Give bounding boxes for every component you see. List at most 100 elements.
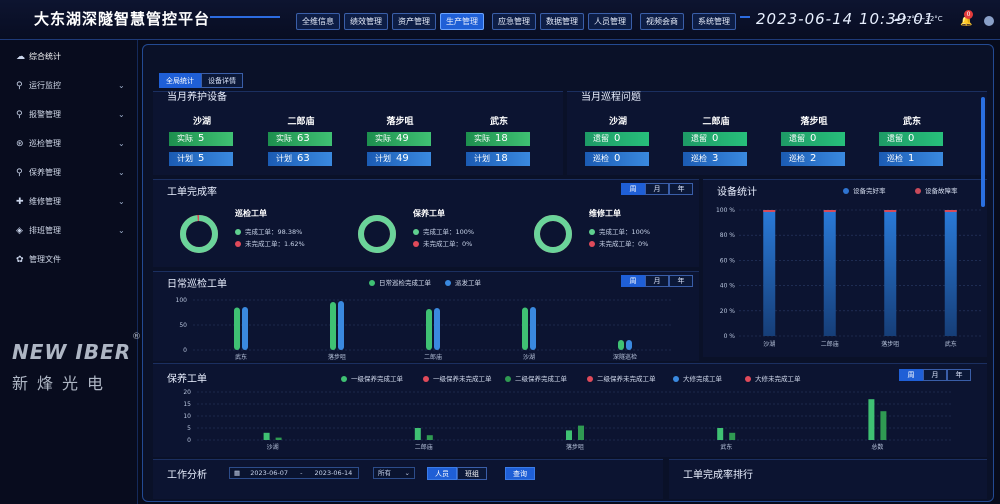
legend-dot — [235, 241, 241, 247]
pill-value: 2 — [810, 153, 817, 164]
bar[interactable] — [578, 425, 584, 440]
period-tab-month[interactable]: 月 — [923, 369, 947, 381]
period-tab-week[interactable]: 周 — [621, 275, 645, 287]
bar[interactable] — [868, 399, 875, 440]
nav-item[interactable]: 人员管理 — [588, 13, 632, 30]
panel-title: 日常巡检工单 — [167, 279, 227, 290]
legend-dot — [673, 376, 679, 382]
sidebar-item[interactable]: ⚲ 运行监控 ⌄ — [0, 76, 138, 96]
chevron-down-icon: ⌄ — [118, 139, 125, 148]
completion-ring — [534, 215, 572, 253]
bar[interactable] — [823, 210, 836, 336]
actual-pill: 实际 5 — [169, 132, 233, 146]
nav-item[interactable]: 绩效管理 — [344, 13, 388, 30]
equipment-chart: 0 % 20 % 40 % 60 % 80 % 100 % 沙湖 二郎庙 落步咀 武东 — [716, 207, 981, 348]
equipment-panel: 设备统计 设备完好率 设备故障率 0 % 20 % 40 % 60 % 80 % 100 … — [703, 179, 987, 357]
bar[interactable] — [414, 428, 421, 440]
pill-value: 0 — [614, 133, 621, 144]
logo-registered-mark: ® — [132, 332, 141, 342]
x-tick-label: 沙湖 — [763, 340, 775, 348]
weather: ☁ 22°C~32°C — [893, 15, 943, 23]
period-tab-month[interactable]: 月 — [645, 275, 669, 287]
bar[interactable] — [884, 210, 897, 336]
sidebar-item[interactable]: ✚ 维修管理 ⌄ — [0, 192, 138, 212]
sidebar-item[interactable]: ⚲ 保养管理 ⌄ — [0, 163, 138, 183]
period-tab-year[interactable]: 年 — [947, 369, 971, 381]
sidebar-item[interactable]: ⚲ 报警管理 ⌄ — [0, 105, 138, 125]
nav-item[interactable]: 数据管理 — [540, 13, 584, 30]
sidebar-item-label: 保养管理 — [29, 168, 61, 177]
y-tick-label: 50 — [179, 322, 187, 329]
legend-item: 一级保养未完成工单 — [423, 373, 492, 383]
sidebar-item[interactable]: ◈ 排班管理 ⌄ — [0, 221, 138, 241]
period-tab-year[interactable]: 年 — [669, 183, 693, 195]
nav-item[interactable]: 系统管理 — [692, 13, 736, 30]
toggle-team[interactable]: 班组 — [457, 467, 487, 480]
left-pill: 遗留 0 — [781, 132, 845, 146]
bar[interactable] — [566, 430, 572, 440]
nav-item[interactable]: 全维信息 — [296, 13, 340, 30]
bar[interactable] — [426, 309, 432, 350]
sidebar-item-label: 管理文件 — [29, 255, 61, 264]
legend-label: 二级保养完成工单 — [515, 375, 567, 383]
bar[interactable] — [763, 210, 776, 336]
tab-device-detail[interactable]: 设备详情 — [201, 73, 243, 88]
pill-label: 实际 — [375, 134, 391, 143]
weather-text: 22°C~32°C — [902, 15, 943, 23]
pill-value: 0 — [614, 153, 621, 164]
y-tick-label: 5 — [187, 425, 191, 432]
nav-item[interactable]: 生产管理 — [440, 13, 484, 30]
ring-done-row: 完成工单：100% — [413, 226, 474, 236]
bar[interactable] — [275, 437, 282, 440]
bar[interactable] — [434, 308, 440, 350]
fault-cap — [944, 210, 957, 212]
ring-done-label: 完成工单： — [423, 228, 456, 236]
bar[interactable] — [944, 210, 957, 336]
user-icon[interactable] — [984, 16, 994, 26]
y-tick-label: 15 — [183, 401, 191, 408]
actual-pill: 实际 49 — [367, 132, 431, 146]
pill-label: 巡检 — [593, 154, 609, 163]
legend-daily-done: 日常巡检完成工单 — [369, 277, 431, 287]
bar[interactable] — [530, 307, 536, 350]
bar[interactable] — [242, 307, 248, 350]
period-tab-year[interactable]: 年 — [669, 275, 693, 287]
ring-done-value: 100% — [631, 228, 651, 236]
y-tick-label: 80 % — [720, 232, 736, 239]
ring-title: 巡检工单 — [235, 209, 267, 218]
period-tab-week[interactable]: 周 — [621, 183, 645, 195]
sidebar: ☁ 综合统计 ⚲ 运行监控 ⌄ ⚲ 报警管理 ⌄ ⊛ 巡检管理 ⌄ ⚲ 保养管理 ⌄ ✚ 维修管理 ⌄ ◈ 排班管理… — [0, 40, 141, 504]
nav-item[interactable]: 资产管理 — [392, 13, 436, 30]
period-tab-month[interactable]: 月 — [645, 183, 669, 195]
bar[interactable] — [618, 340, 624, 350]
sidebar-item[interactable]: ⊛ 巡检管理 ⌄ — [0, 134, 138, 154]
scope-select[interactable]: 所有 ⌄ — [373, 467, 415, 479]
chevron-down-icon: ⌄ — [118, 110, 125, 119]
chevron-down-icon: ⌄ — [118, 197, 125, 206]
bar[interactable] — [522, 307, 528, 351]
query-button[interactable]: 查询 — [505, 467, 535, 480]
bar[interactable] — [426, 435, 433, 440]
period-tab-week[interactable]: 周 — [899, 369, 923, 381]
bar[interactable] — [729, 432, 736, 440]
header-decoration — [740, 16, 750, 22]
tab-global-stats[interactable]: 全局统计 — [159, 73, 201, 88]
panel-title: 当月巡程问题 — [581, 92, 641, 103]
header-decoration — [210, 16, 280, 22]
nav-item[interactable]: 视频会商 — [640, 13, 684, 30]
bar[interactable] — [263, 432, 270, 440]
nav-item[interactable]: 应急管理 — [492, 13, 536, 30]
bar[interactable] — [626, 340, 632, 350]
legend-dot — [341, 376, 347, 382]
bar[interactable] — [234, 307, 240, 351]
bar[interactable] — [330, 302, 336, 350]
toggle-person[interactable]: 人员 — [427, 467, 457, 480]
bar[interactable] — [880, 411, 887, 440]
date-range-input[interactable]: ▦ 2023-06-07 - 2023-06-14 — [229, 467, 359, 479]
sidebar-item[interactable]: ✿ 管理文件 — [0, 250, 138, 270]
scrollbar[interactable] — [981, 97, 985, 207]
bar[interactable] — [717, 428, 724, 440]
bar[interactable] — [338, 301, 344, 350]
ring-done-value: 100% — [455, 228, 475, 236]
sidebar-item[interactable]: ☁ 综合统计 — [0, 47, 138, 67]
